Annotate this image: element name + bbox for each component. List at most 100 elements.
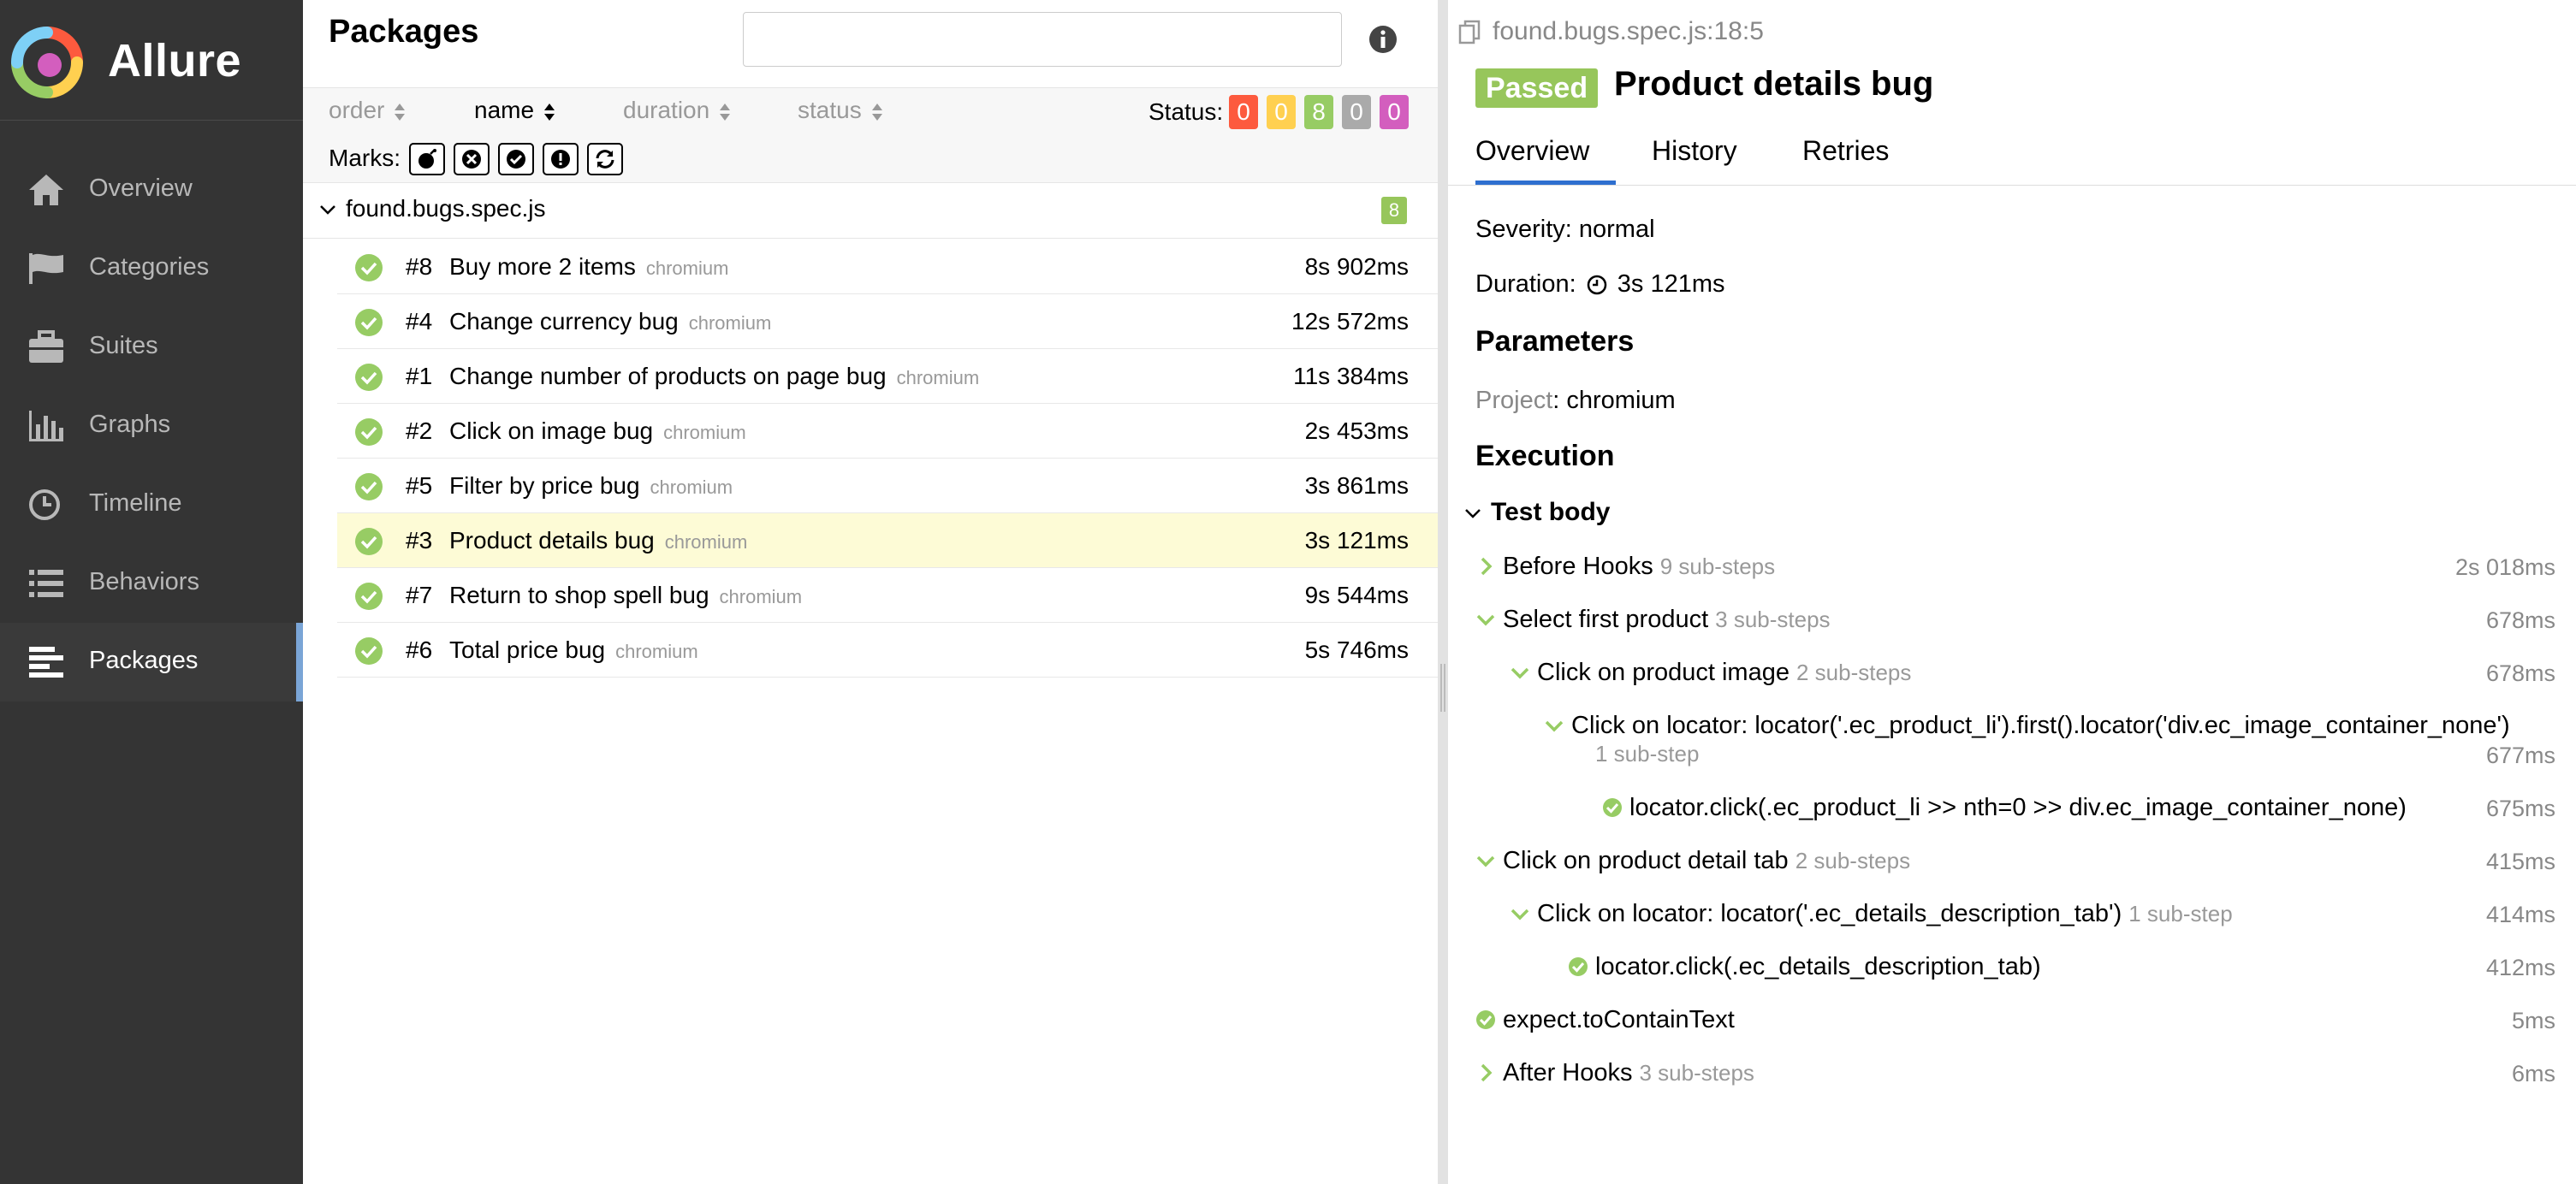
passed-icon bbox=[355, 473, 383, 500]
status-broken-toggle[interactable]: 0 bbox=[1267, 95, 1296, 129]
status-passed-toggle[interactable]: 8 bbox=[1304, 95, 1333, 129]
clock-icon bbox=[1587, 275, 1606, 295]
step-title: Select first product bbox=[1503, 606, 1709, 633]
test-detail-pane: found.bugs.spec.js:18:5 Passed Product d… bbox=[1448, 0, 2576, 1184]
test-row[interactable]: #7 Return to shop spell bug chromium 9s 5… bbox=[337, 568, 1438, 623]
test-project: chromium bbox=[615, 641, 698, 662]
status-skipped-toggle[interactable]: 0 bbox=[1342, 95, 1371, 129]
test-body-toggle[interactable]: Test body bbox=[1463, 498, 1610, 527]
step-duration: 414ms bbox=[2485, 902, 2555, 927]
flag-icon bbox=[29, 253, 63, 284]
test-title: Buy more 2 items bbox=[449, 253, 636, 280]
bar-chart-icon bbox=[29, 411, 63, 441]
clock-icon bbox=[29, 489, 60, 520]
test-row[interactable]: #4 Change currency bug chromium 12s 572ms bbox=[337, 294, 1438, 349]
test-duration: 8s 902ms bbox=[1304, 253, 1409, 280]
test-project: chromium bbox=[719, 586, 803, 607]
test-project: chromium bbox=[663, 422, 746, 443]
sidebar-item-label: Behaviors bbox=[89, 568, 199, 595]
chevron-down-icon bbox=[1545, 720, 1564, 732]
tab-history[interactable]: History bbox=[1652, 135, 1737, 185]
mark-retries-button[interactable] bbox=[587, 143, 623, 175]
mark-new-failed-button[interactable] bbox=[454, 143, 490, 175]
sort-order[interactable]: order bbox=[329, 97, 407, 124]
new-broken-icon bbox=[551, 150, 570, 169]
sidebar-item-label: Timeline bbox=[89, 489, 182, 517]
info-icon[interactable] bbox=[1368, 24, 1398, 55]
duration-label: Duration: bbox=[1475, 270, 1576, 298]
sidebar-item-categories[interactable]: Categories bbox=[0, 229, 303, 308]
sidebar-item-graphs[interactable]: Graphs bbox=[0, 387, 303, 465]
sidebar-item-packages[interactable]: Packages bbox=[0, 623, 303, 702]
mark-new-passed-button[interactable] bbox=[498, 143, 534, 175]
test-row[interactable]: #1 Change number of products on page bug… bbox=[337, 349, 1438, 404]
step-duration: 6ms bbox=[2511, 1061, 2555, 1086]
step-label: Click on product detail tab 2 sub-steps bbox=[1503, 847, 1910, 875]
flaky-icon bbox=[418, 149, 436, 169]
passed-icon bbox=[1603, 798, 1622, 817]
test-title: Change currency bug bbox=[449, 308, 679, 334]
step-label: Click on locator: locator('.ec_details_d… bbox=[1537, 900, 2233, 928]
step-substeps: 3 sub-steps bbox=[1639, 1060, 1754, 1086]
test-name: Buy more 2 items chromium bbox=[449, 253, 728, 281]
new-failed-icon bbox=[462, 150, 481, 169]
sort-duration[interactable]: duration bbox=[623, 97, 732, 124]
sidebar-item-behaviors[interactable]: Behaviors bbox=[0, 544, 303, 623]
step-substeps: 1 sub-step bbox=[2128, 901, 2233, 926]
page-title: Packages bbox=[329, 14, 479, 50]
passed-icon bbox=[355, 583, 383, 610]
sidebar-item-label: Suites bbox=[89, 332, 158, 359]
step-duration: 678ms bbox=[2485, 660, 2555, 686]
sidebar-item-overview[interactable]: Overview bbox=[0, 151, 303, 229]
test-project: chromium bbox=[664, 531, 748, 553]
chevron-down-icon bbox=[1511, 909, 1529, 921]
passed-icon bbox=[355, 364, 383, 391]
test-row[interactable]: #5 Filter by price bug chromium 3s 861ms bbox=[337, 459, 1438, 513]
test-number: #2 bbox=[406, 417, 433, 444]
status-failed-toggle[interactable]: 0 bbox=[1229, 95, 1258, 129]
tab-overview[interactable]: Overview bbox=[1475, 135, 1616, 185]
filter-input[interactable] bbox=[743, 12, 1342, 67]
step-duration: 415ms bbox=[2485, 849, 2555, 874]
step-duration: 412ms bbox=[2485, 955, 2555, 980]
test-project: chromium bbox=[688, 312, 772, 334]
test-name: Return to shop spell bug chromium bbox=[449, 582, 802, 609]
step-label: Select first product 3 sub-steps bbox=[1503, 606, 1831, 634]
pane-splitter[interactable] bbox=[1438, 0, 1448, 1184]
step-label: Click on product image 2 sub-steps bbox=[1537, 659, 1911, 687]
step-label: After Hooks 3 sub-steps bbox=[1503, 1059, 1754, 1087]
test-number: #8 bbox=[406, 253, 433, 280]
status-unknown-toggle[interactable]: 0 bbox=[1380, 95, 1409, 129]
sort-name[interactable]: name bbox=[474, 97, 556, 124]
status-badge: Passed bbox=[1475, 68, 1599, 108]
briefcase-icon bbox=[29, 330, 63, 363]
sort-status[interactable]: status bbox=[798, 97, 884, 124]
step-substeps: 2 sub-steps bbox=[1795, 660, 1912, 685]
tab-retries[interactable]: Retries bbox=[1802, 135, 1889, 185]
test-duration: 11s 384ms bbox=[1293, 363, 1409, 389]
drag-handle-icon[interactable] bbox=[1439, 660, 1446, 715]
test-row[interactable]: #2 Click on image bug chromium 2s 453ms bbox=[337, 404, 1438, 459]
mark-new-broken-button[interactable] bbox=[543, 143, 579, 175]
marks-label: Marks: bbox=[329, 145, 401, 171]
test-number: #5 bbox=[406, 472, 433, 499]
parameter-key: Project bbox=[1475, 387, 1553, 414]
copy-icon[interactable] bbox=[1457, 19, 1484, 46]
step-label: Before Hooks 9 sub-steps bbox=[1503, 553, 1775, 581]
chevron-down-icon bbox=[1511, 667, 1529, 679]
sidebar-item-suites[interactable]: Suites bbox=[0, 308, 303, 387]
package-group-row[interactable]: found.bugs.spec.js 8 bbox=[303, 183, 1438, 239]
home-icon bbox=[29, 175, 63, 205]
test-row-selected[interactable]: #3 Product details bug chromium 3s 121ms bbox=[337, 513, 1438, 568]
parameters-heading: Parameters bbox=[1475, 325, 1635, 358]
duration-value: 3s 121ms bbox=[1617, 270, 1725, 298]
brand[interactable]: Allure bbox=[0, 0, 303, 121]
step-duration: 675ms bbox=[2485, 796, 2555, 821]
sidebar-item-timeline[interactable]: Timeline bbox=[0, 465, 303, 544]
test-row[interactable]: #6 Total price bug chromium 5s 746ms bbox=[337, 623, 1438, 678]
mark-flaky-button[interactable] bbox=[409, 143, 445, 175]
test-name: Filter by price bug chromium bbox=[449, 472, 733, 500]
test-duration: 2s 453ms bbox=[1304, 417, 1409, 444]
sort-label: name bbox=[474, 97, 535, 123]
test-row[interactable]: #8 Buy more 2 items chromium 8s 902ms bbox=[337, 240, 1438, 294]
